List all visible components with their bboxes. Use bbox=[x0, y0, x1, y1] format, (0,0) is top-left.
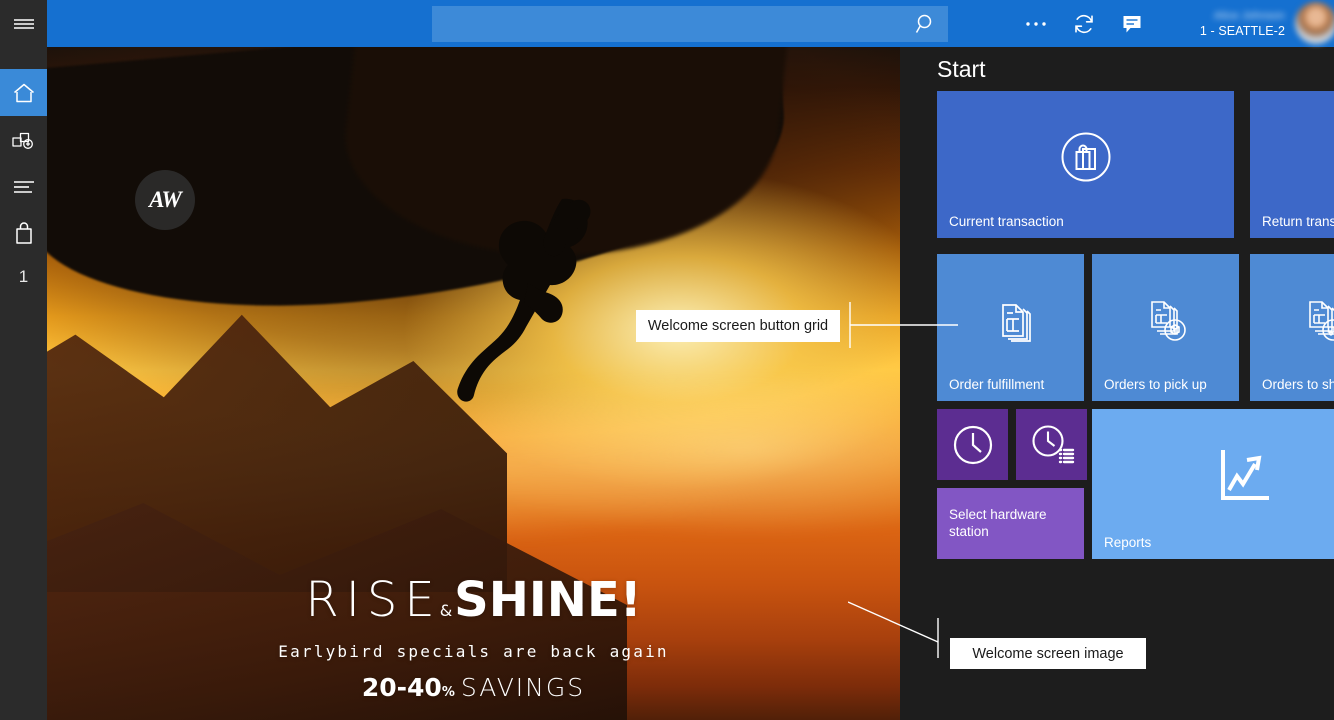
callout-welcome-screen-button-grid: Welcome screen button grid bbox=[636, 310, 840, 342]
sidebar-item-products[interactable] bbox=[0, 116, 47, 163]
tile-current-transaction[interactable]: Current transaction bbox=[937, 91, 1234, 238]
promo-headline: RISE & SHINE! bbox=[47, 572, 900, 628]
climber-silhouette bbox=[442, 187, 632, 417]
avatar[interactable] bbox=[1295, 2, 1334, 44]
sidebar-item-home[interactable] bbox=[0, 69, 47, 116]
documents-ship-icon bbox=[1250, 254, 1334, 385]
navigation-rail: 1 bbox=[0, 0, 47, 720]
header-icon-group bbox=[1012, 0, 1156, 47]
more-ellipsis-icon[interactable] bbox=[1012, 0, 1060, 47]
sidebar-item-cart[interactable] bbox=[0, 210, 47, 257]
promo-savings-percent: % bbox=[442, 685, 455, 700]
shopping-bag-back-icon bbox=[1250, 91, 1334, 222]
callout-text: Welcome screen image bbox=[972, 646, 1123, 662]
search-bar[interactable] bbox=[432, 6, 948, 42]
promo-savings-number: 20-40 bbox=[362, 673, 442, 702]
brand-logo: AW bbox=[135, 170, 195, 230]
tile-time-entries[interactable] bbox=[1016, 409, 1087, 480]
callout-welcome-screen-image: Welcome screen image bbox=[950, 638, 1146, 669]
clock-list-icon bbox=[1016, 409, 1087, 480]
app-header: Alice Johnson 1 - SEATTLE-2 bbox=[47, 0, 1334, 47]
user-store: 1 - SEATTLE-2 bbox=[1200, 23, 1285, 39]
welcome-screen-image: AW RISE & SHINE! Earlybird specials are … bbox=[47, 47, 900, 720]
sidebar-item-journals[interactable] bbox=[0, 163, 47, 210]
clock-icon bbox=[937, 409, 1008, 480]
promo-text-block: RISE & SHINE! Earlybird specials are bac… bbox=[47, 572, 900, 702]
tile-label: Reports bbox=[1092, 534, 1334, 559]
callout-leader-line-grid bbox=[840, 300, 960, 350]
documents-package-icon bbox=[1092, 254, 1239, 385]
tile-label: Current transaction bbox=[937, 213, 1234, 238]
tile-reports[interactable]: Reports bbox=[1092, 409, 1334, 559]
sidebar-counter[interactable]: 1 bbox=[0, 257, 47, 297]
pos-application-window: 1 bbox=[0, 0, 1334, 720]
callout-text: Welcome screen button grid bbox=[648, 318, 828, 334]
promo-savings: 20-40 % SAVINGS bbox=[47, 673, 900, 702]
promo-headline-ampersand: & bbox=[440, 601, 452, 620]
brand-logo-text: AW bbox=[149, 187, 181, 213]
chart-growth-icon bbox=[1092, 409, 1334, 543]
search-icon[interactable] bbox=[904, 6, 948, 42]
search-input[interactable] bbox=[432, 6, 904, 42]
tile-label: Orders to pick up bbox=[1092, 376, 1239, 401]
promo-headline-light: RISE bbox=[305, 572, 441, 628]
tile-time-clock[interactable] bbox=[937, 409, 1008, 480]
tile-label: Select hardware station bbox=[937, 500, 1084, 548]
callout-leader-line-image bbox=[848, 600, 958, 660]
tile-return-transaction[interactable]: Return transaction bbox=[1250, 91, 1334, 238]
tile-label: Return transaction bbox=[1250, 213, 1334, 238]
shopping-bag-circle-icon bbox=[937, 91, 1234, 222]
tile-orders-to-ship[interactable]: Orders to ship bbox=[1250, 254, 1334, 401]
user-info[interactable]: Alice Johnson 1 - SEATTLE-2 bbox=[1143, 0, 1293, 47]
promo-subtitle: Earlybird specials are back again bbox=[47, 642, 900, 661]
user-name: Alice Johnson bbox=[1214, 9, 1285, 23]
promo-headline-bold: SHINE! bbox=[454, 572, 641, 628]
page-title: Start bbox=[937, 56, 986, 83]
hamburger-menu-icon[interactable] bbox=[0, 0, 47, 47]
tile-orders-to-pick-up[interactable]: Orders to pick up bbox=[1092, 254, 1239, 401]
tile-label: Order fulfillment bbox=[937, 376, 1084, 401]
tile-label: Orders to ship bbox=[1250, 376, 1334, 401]
tile-select-hardware-station[interactable]: Select hardware station bbox=[937, 488, 1084, 559]
start-panel: Start Current transaction bbox=[900, 47, 1334, 720]
promo-savings-word: SAVINGS bbox=[461, 673, 585, 702]
sync-refresh-icon[interactable] bbox=[1060, 0, 1108, 47]
